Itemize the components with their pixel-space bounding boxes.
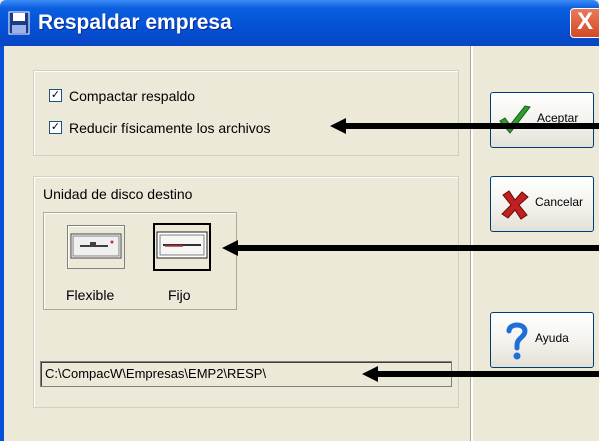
annotation-arrow-path [362,366,599,382]
close-button[interactable]: X [570,8,599,38]
title-bar: Respaldar empresa X [0,0,599,46]
window-title: Respaldar empresa [38,11,232,34]
window-left-border [0,46,4,441]
cancel-button[interactable]: Cancelar [490,176,594,232]
cancel-label: Cancelar [535,195,584,209]
floppy-drive-button[interactable] [67,225,125,269]
x-icon [501,190,529,220]
floppy-disk-icon [8,11,30,35]
compact-backup-checkbox[interactable]: ✓ [49,89,62,102]
options-group [33,70,459,156]
reduce-files-checkbox[interactable]: ✓ [49,121,62,134]
hard-drive-icon [156,231,208,259]
compact-backup-label: Compactar respaldo [69,88,196,104]
hard-drive-label: Fijo [168,287,191,303]
help-button[interactable]: Ayuda [490,312,594,368]
floppy-drive-icon [70,233,122,259]
annotation-arrow-drive [222,240,599,256]
hard-drive-button[interactable] [153,223,211,271]
help-label: Ayuda [535,331,569,345]
destination-group-label: Unidad de disco destino [43,186,193,202]
question-icon [506,322,528,360]
reduce-files-label: Reducir físicamente los archivos [69,120,271,136]
floppy-drive-label: Flexible [66,287,115,303]
annotation-arrow-reduce [330,118,599,134]
